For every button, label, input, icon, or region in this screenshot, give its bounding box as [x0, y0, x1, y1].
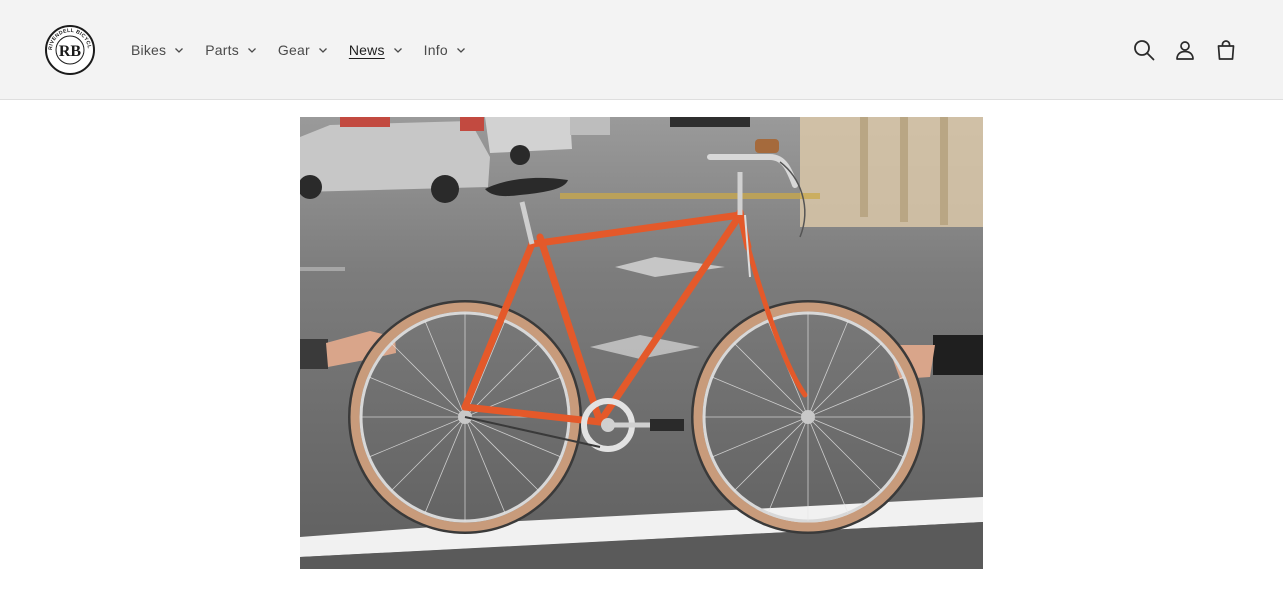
rivendell-logo-icon: RIVENDELL BICYCLE WORKS · CCM MCMXCIV RB [41, 20, 95, 75]
nav-item-parts[interactable]: Parts [205, 42, 258, 58]
nav-label: Parts [205, 42, 239, 58]
chevron-down-icon [456, 48, 465, 53]
account-button[interactable] [1171, 36, 1199, 64]
hero-image [300, 117, 983, 569]
bicycle-photo [300, 117, 983, 569]
nav-item-info[interactable]: Info [424, 42, 467, 58]
logo[interactable]: RIVENDELL BICYCLE WORKS · CCM MCMXCIV RB [41, 20, 96, 76]
nav-label: Bikes [131, 42, 167, 58]
nav-label: News [348, 42, 385, 58]
nav-item-news[interactable]: News [349, 42, 404, 58]
chevron-down-icon [393, 48, 402, 53]
search-icon [1134, 40, 1155, 61]
cart-button[interactable] [1212, 36, 1240, 64]
chevron-down-icon [318, 48, 327, 53]
logo-monogram: RB [59, 43, 82, 60]
main-nav: Bikes Parts Gear News Info [131, 38, 487, 62]
chevron-down-icon [175, 48, 184, 53]
nav-label: Gear [277, 42, 310, 58]
nav-item-bikes[interactable]: Bikes [131, 42, 185, 58]
search-button[interactable] [1130, 36, 1158, 64]
header-icons [1130, 36, 1240, 64]
nav-label: Info [423, 42, 448, 58]
cart-icon [1217, 40, 1235, 60]
account-icon [1176, 41, 1194, 60]
site-header: RIVENDELL BICYCLE WORKS · CCM MCMXCIV RB… [0, 0, 1283, 100]
chevron-down-icon [247, 48, 256, 53]
nav-item-gear[interactable]: Gear [278, 42, 329, 58]
